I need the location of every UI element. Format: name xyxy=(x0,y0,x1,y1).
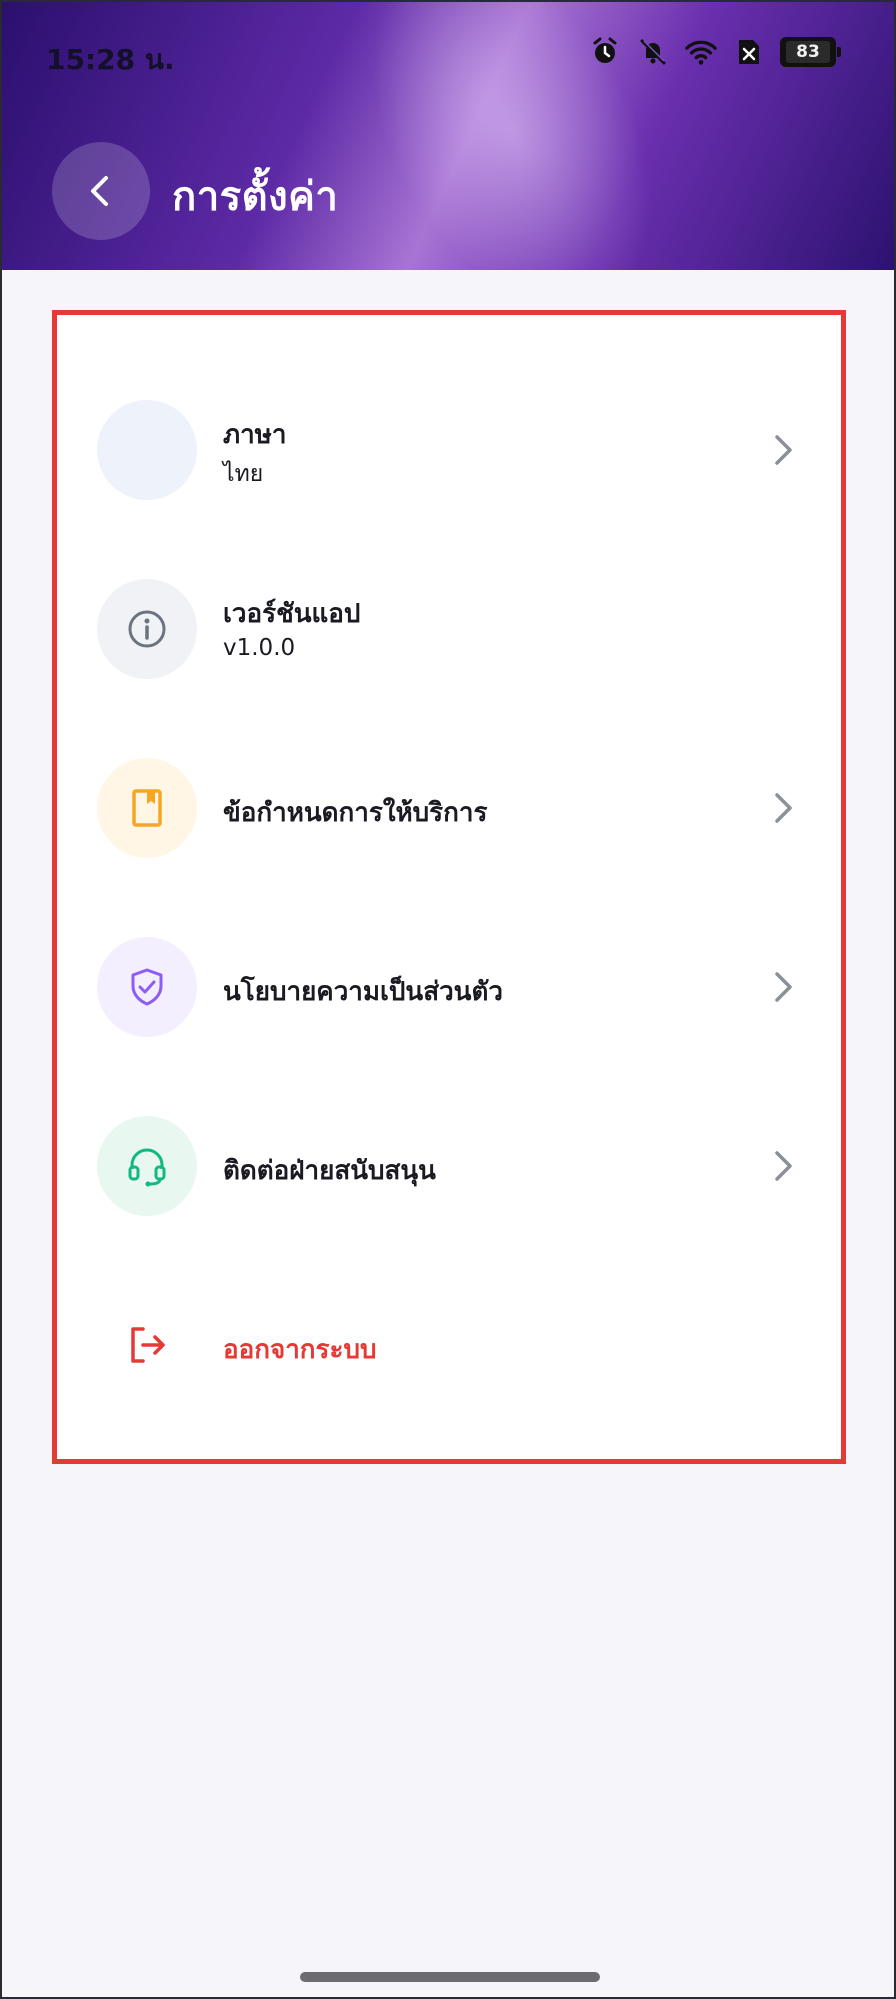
terms-title: ข้อกำหนดการให้บริการ xyxy=(223,798,488,828)
logout-label: ออกจากระบบ xyxy=(223,1335,377,1365)
chevron-right-icon xyxy=(765,432,801,468)
version-title: เวอร์ชันแอป xyxy=(223,599,361,629)
chevron-right-icon xyxy=(765,790,801,826)
chevron-right-icon xyxy=(765,969,801,1005)
battery-icon: 83 xyxy=(780,37,841,67)
settings-item-version: เวอร์ชันแอป v1.0.0 xyxy=(57,559,841,699)
app-header: 15:28 น. 83 การตั้งค่า xyxy=(2,2,894,270)
settings-item-language[interactable]: ภาษา ไทย xyxy=(57,380,841,520)
language-title: ภาษา xyxy=(223,420,287,450)
logout-button[interactable]: ออกจากระบบ xyxy=(57,1275,841,1415)
wifi-icon xyxy=(684,35,718,69)
version-value: v1.0.0 xyxy=(223,635,296,661)
support-title: ติดต่อฝ่ายสนับสนุน xyxy=(223,1156,436,1186)
home-indicator[interactable] xyxy=(300,1972,600,1982)
status-icons: 83 xyxy=(588,32,841,72)
info-icon xyxy=(97,579,197,679)
logout-icon xyxy=(97,1295,197,1395)
nav-bar: การตั้งค่า xyxy=(2,132,894,252)
language-icon xyxy=(97,400,197,500)
privacy-title: นโยบายความเป็นส่วนตัว xyxy=(223,977,503,1007)
language-value: ไทย xyxy=(223,461,264,487)
chevron-left-icon xyxy=(91,176,108,206)
shield-check-icon xyxy=(97,937,197,1037)
alarm-icon xyxy=(588,35,622,69)
chevron-right-icon xyxy=(765,1148,801,1184)
status-time: 15:28 น. xyxy=(46,43,175,76)
headset-icon xyxy=(97,1116,197,1216)
back-button[interactable] xyxy=(52,142,150,240)
status-bar: 15:28 น. 83 xyxy=(2,2,894,102)
settings-item-terms[interactable]: ข้อกำหนดการให้บริการ xyxy=(57,738,841,878)
battery-level: 83 xyxy=(786,41,830,63)
settings-card: ภาษา ไทย เวอร์ชันแอป v1.0.0 ข้อกำหนดการใ… xyxy=(52,310,846,1464)
page-title: การตั้งค่า xyxy=(172,174,339,220)
settings-item-privacy[interactable]: นโยบายความเป็นส่วนตัว xyxy=(57,917,841,1057)
book-icon xyxy=(97,758,197,858)
settings-item-support[interactable]: ติดต่อฝ่ายสนับสนุน xyxy=(57,1096,841,1236)
no-sim-icon xyxy=(732,35,766,69)
bell-off-icon xyxy=(636,35,670,69)
